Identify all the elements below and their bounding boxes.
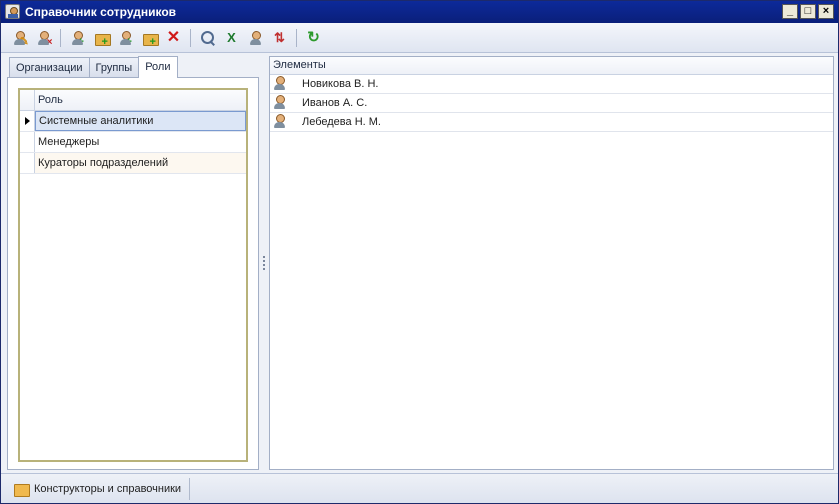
delete-user-icon: ×	[36, 30, 53, 47]
column-header-elements[interactable]: Элементы	[270, 57, 833, 75]
app-icon	[5, 4, 20, 19]
role-cell[interactable]: Кураторы подразделений	[35, 153, 246, 173]
column-header-role[interactable]: Роль	[35, 90, 63, 110]
splitter-grip	[263, 260, 265, 262]
table-row[interactable]: Системные аналитики	[20, 111, 246, 132]
list-item[interactable]: Лебедева Н. М.	[270, 113, 833, 132]
employee-name: Лебедева Н. М.	[302, 116, 381, 128]
export-excel-button[interactable]: X	[221, 27, 242, 48]
table-row[interactable]: Менеджеры	[20, 132, 246, 153]
delete-icon: ✕	[166, 28, 181, 46]
delete-user-button[interactable]: ×	[33, 27, 54, 48]
add-subitem-icon: +	[142, 30, 159, 47]
refresh-icon: ↻	[307, 28, 320, 46]
user-button[interactable]	[245, 27, 266, 48]
add-folder-icon: +	[94, 30, 111, 47]
list-item[interactable]: Новикова В. Н.	[270, 75, 833, 94]
add-user-icon: +	[70, 30, 86, 47]
add-folder-button[interactable]: +	[91, 27, 112, 48]
row-indicator	[20, 153, 35, 173]
tab-groups[interactable]: Группы	[88, 57, 140, 78]
user-icon	[272, 94, 290, 112]
user-icon	[248, 30, 264, 46]
constructors-label: Конструкторы и справочники	[34, 483, 182, 495]
maximize-button[interactable]: □	[800, 4, 816, 19]
current-row-arrow-icon	[25, 117, 30, 125]
grid-header: Роль	[20, 90, 246, 111]
list-item[interactable]: Иванов А. С.	[270, 94, 833, 113]
roles-grid: Роль Системные аналитики Менеджеры Курат…	[18, 88, 248, 462]
toolbar: ✎ × + + + + ✕ X ⇅ ↻	[1, 23, 838, 53]
tab-body: Роль Системные аналитики Менеджеры Курат…	[7, 77, 259, 470]
excel-icon: X	[227, 29, 236, 45]
table-row[interactable]: Кураторы подразделений	[20, 153, 246, 174]
splitter-grip	[263, 264, 265, 266]
add-subitem-button[interactable]: +	[139, 27, 160, 48]
folder-icon	[13, 481, 30, 497]
bottom-bar: Конструкторы и справочники	[1, 473, 838, 503]
add-item-button[interactable]: +	[115, 27, 136, 48]
transfer-button[interactable]: ⇅	[269, 27, 290, 48]
elements-panel: Элементы Новикова В. Н. Иванов А. С. Леб…	[269, 56, 834, 470]
splitter-grip	[263, 256, 265, 258]
tab-organizations[interactable]: Организации	[9, 57, 90, 78]
refresh-button[interactable]: ↻	[303, 27, 324, 48]
delete-button[interactable]: ✕	[163, 27, 184, 48]
user-icon	[272, 113, 290, 131]
splitter-grip	[263, 268, 265, 270]
role-cell[interactable]: Менеджеры	[35, 132, 246, 152]
user-icon	[272, 75, 290, 93]
employee-name: Иванов А. С.	[302, 97, 368, 109]
employee-name: Новикова В. Н.	[302, 78, 379, 90]
close-button[interactable]: ×	[818, 4, 834, 19]
row-indicator	[20, 132, 35, 152]
minimize-button[interactable]: _	[782, 4, 798, 19]
add-user-button[interactable]: +	[67, 27, 88, 48]
left-panel: Организации Группы Роли Роль Системные а…	[7, 56, 259, 470]
title-bar[interactable]: Справочник сотрудников _ □ ×	[1, 1, 838, 23]
transfer-icon: ⇅	[274, 29, 285, 45]
toolbar-separator	[296, 28, 297, 47]
tab-strip: Организации Группы Роли	[9, 56, 178, 78]
edit-icon: ✎	[12, 30, 29, 47]
panel-splitter[interactable]	[261, 56, 267, 470]
search-button[interactable]	[197, 27, 218, 48]
add-item-icon: +	[118, 30, 134, 47]
toolbar-separator	[190, 28, 191, 47]
header-indicator	[20, 90, 35, 110]
constructors-button[interactable]: Конструкторы и справочники	[7, 478, 191, 500]
window-title: Справочник сотрудников	[25, 5, 177, 19]
tab-roles[interactable]: Роли	[138, 56, 178, 78]
window-controls: _ □ ×	[782, 4, 834, 19]
edit-button[interactable]: ✎	[9, 27, 30, 48]
main-window: Справочник сотрудников _ □ × ✎ × + + + +…	[0, 0, 839, 504]
search-icon	[200, 30, 216, 46]
toolbar-separator	[60, 28, 61, 47]
row-indicator	[20, 111, 35, 131]
role-cell[interactable]: Системные аналитики	[35, 111, 246, 131]
